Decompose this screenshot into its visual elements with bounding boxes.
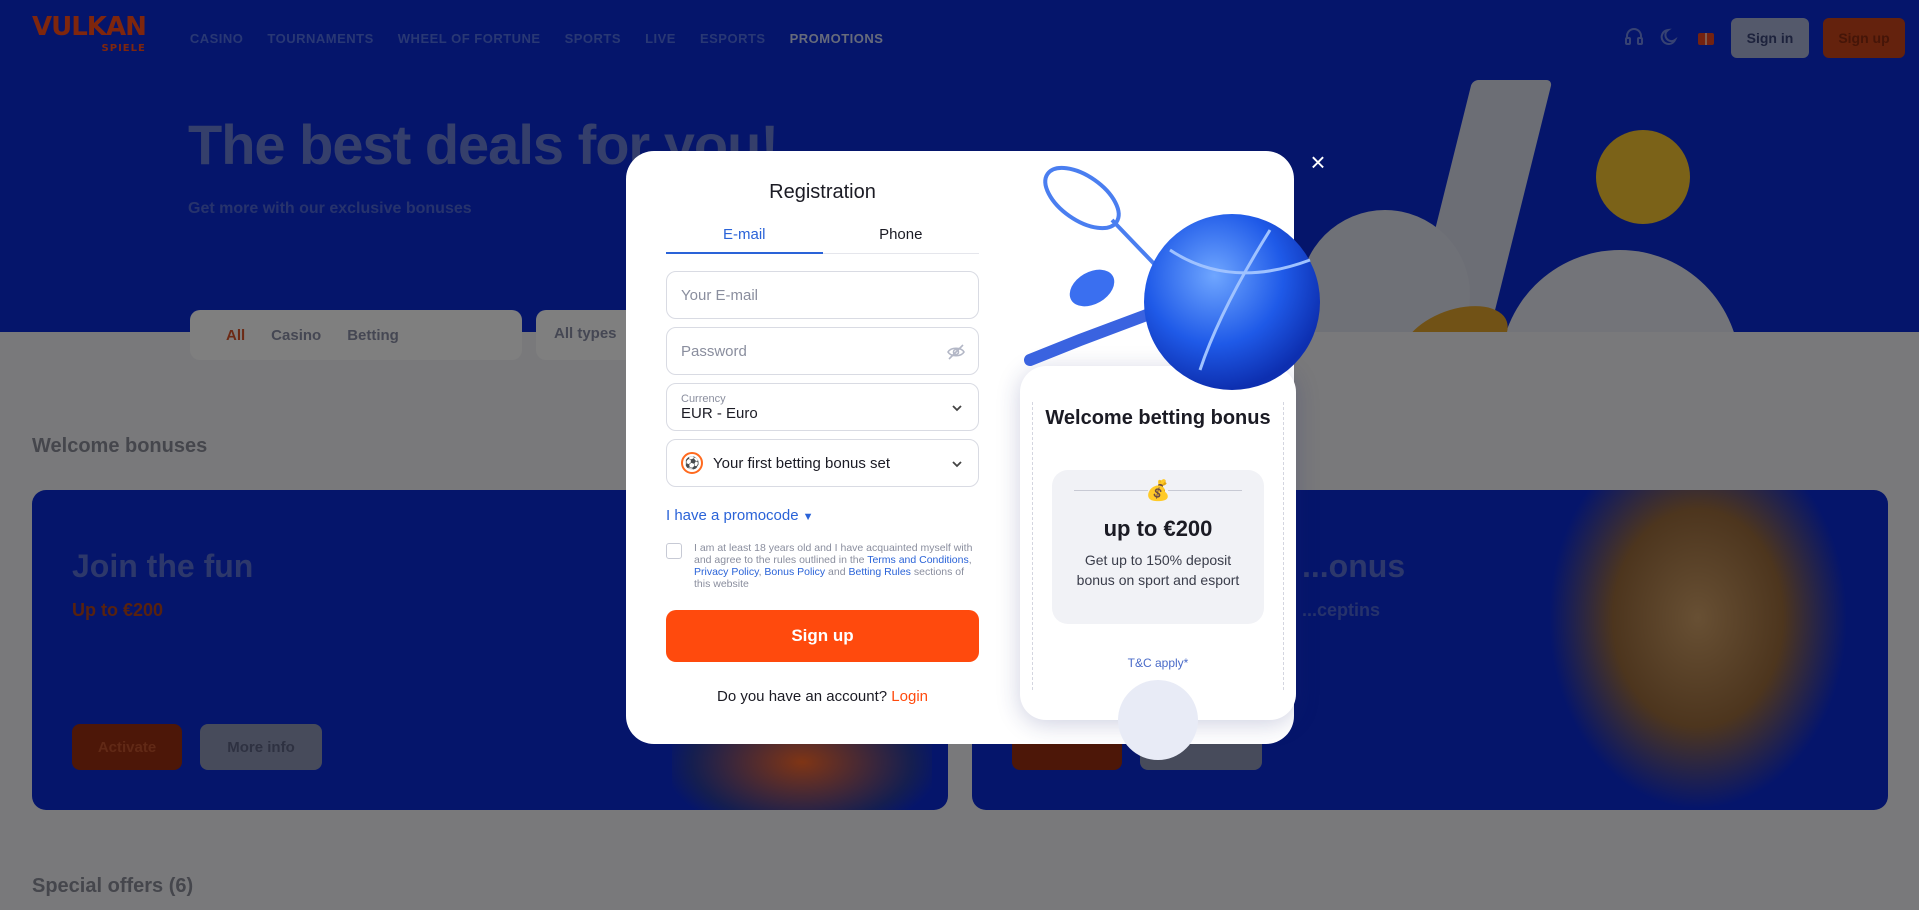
card-notch [1118,680,1198,760]
login-prompt: Do you have an account? Login [717,688,928,705]
bonus-select[interactable]: ⚽ Your first betting bonus set [666,439,979,487]
bonus-value: Your first betting bonus set [713,454,891,472]
hockey-stick-icon [1024,304,1166,366]
privacy-link[interactable]: Privacy Policy [694,566,759,578]
terms-checkbox[interactable] [666,543,682,559]
eye-off-icon[interactable] [946,342,966,362]
registration-form: Registration E-mail Phone Currency EUR -… [666,181,979,705]
registration-tabs: E-mail Phone [666,226,979,254]
bonus-policy-link[interactable]: Bonus Policy [764,566,825,578]
signup-button[interactable]: Sign up [666,610,979,662]
close-icon[interactable]: × [1306,149,1330,175]
promo-card: Welcome betting bonus 💰 up to €200 Get u… [1020,366,1296,760]
currency-value: EUR - Euro [681,404,758,422]
tab-email[interactable]: E-mail [666,226,823,254]
promo-amount: up to €200 [1103,516,1213,541]
promocode-toggle[interactable]: I have a promocode ▼ [666,507,979,524]
currency-select[interactable]: Currency EUR - Euro [666,383,979,431]
tc-apply-link[interactable]: T&C apply* [1020,656,1296,670]
tennis-racket-icon [1043,165,1162,272]
terms-agreement: I am at least 18 years old and I have ac… [666,542,979,590]
chevron-down-icon: ▼ [802,511,814,523]
betting-rules-link[interactable]: Betting Rules [848,566,910,578]
sports-illustration [1024,165,1320,390]
email-field [666,271,979,319]
hockey-puck-icon [1069,269,1115,307]
password-input[interactable] [681,342,964,360]
login-link[interactable]: Login [891,688,928,705]
money-bag-icon: 💰 [1145,480,1171,502]
terms-text: I am at least 18 years old and I have ac… [694,542,973,590]
promo-title: Welcome betting bonus [1045,407,1271,429]
modal-title: Registration [769,181,876,203]
promo-offer-box: 💰 up to €200 Get up to 150% deposit bonu… [1052,470,1264,624]
sport-ball-icon [1144,214,1320,390]
chevron-down-icon [950,457,964,471]
terms-link[interactable]: Terms and Conditions [867,554,969,566]
password-field [666,327,979,375]
promocode-label: I have a promocode [666,507,799,524]
chevron-down-icon [950,401,964,415]
soccer-ball-icon: ⚽ [681,452,703,474]
promo-description: Get up to 150% deposit bonus on sport an… [1076,552,1240,588]
tab-phone[interactable]: Phone [823,226,980,253]
currency-label: Currency [681,392,726,405]
email-input[interactable] [681,286,964,304]
